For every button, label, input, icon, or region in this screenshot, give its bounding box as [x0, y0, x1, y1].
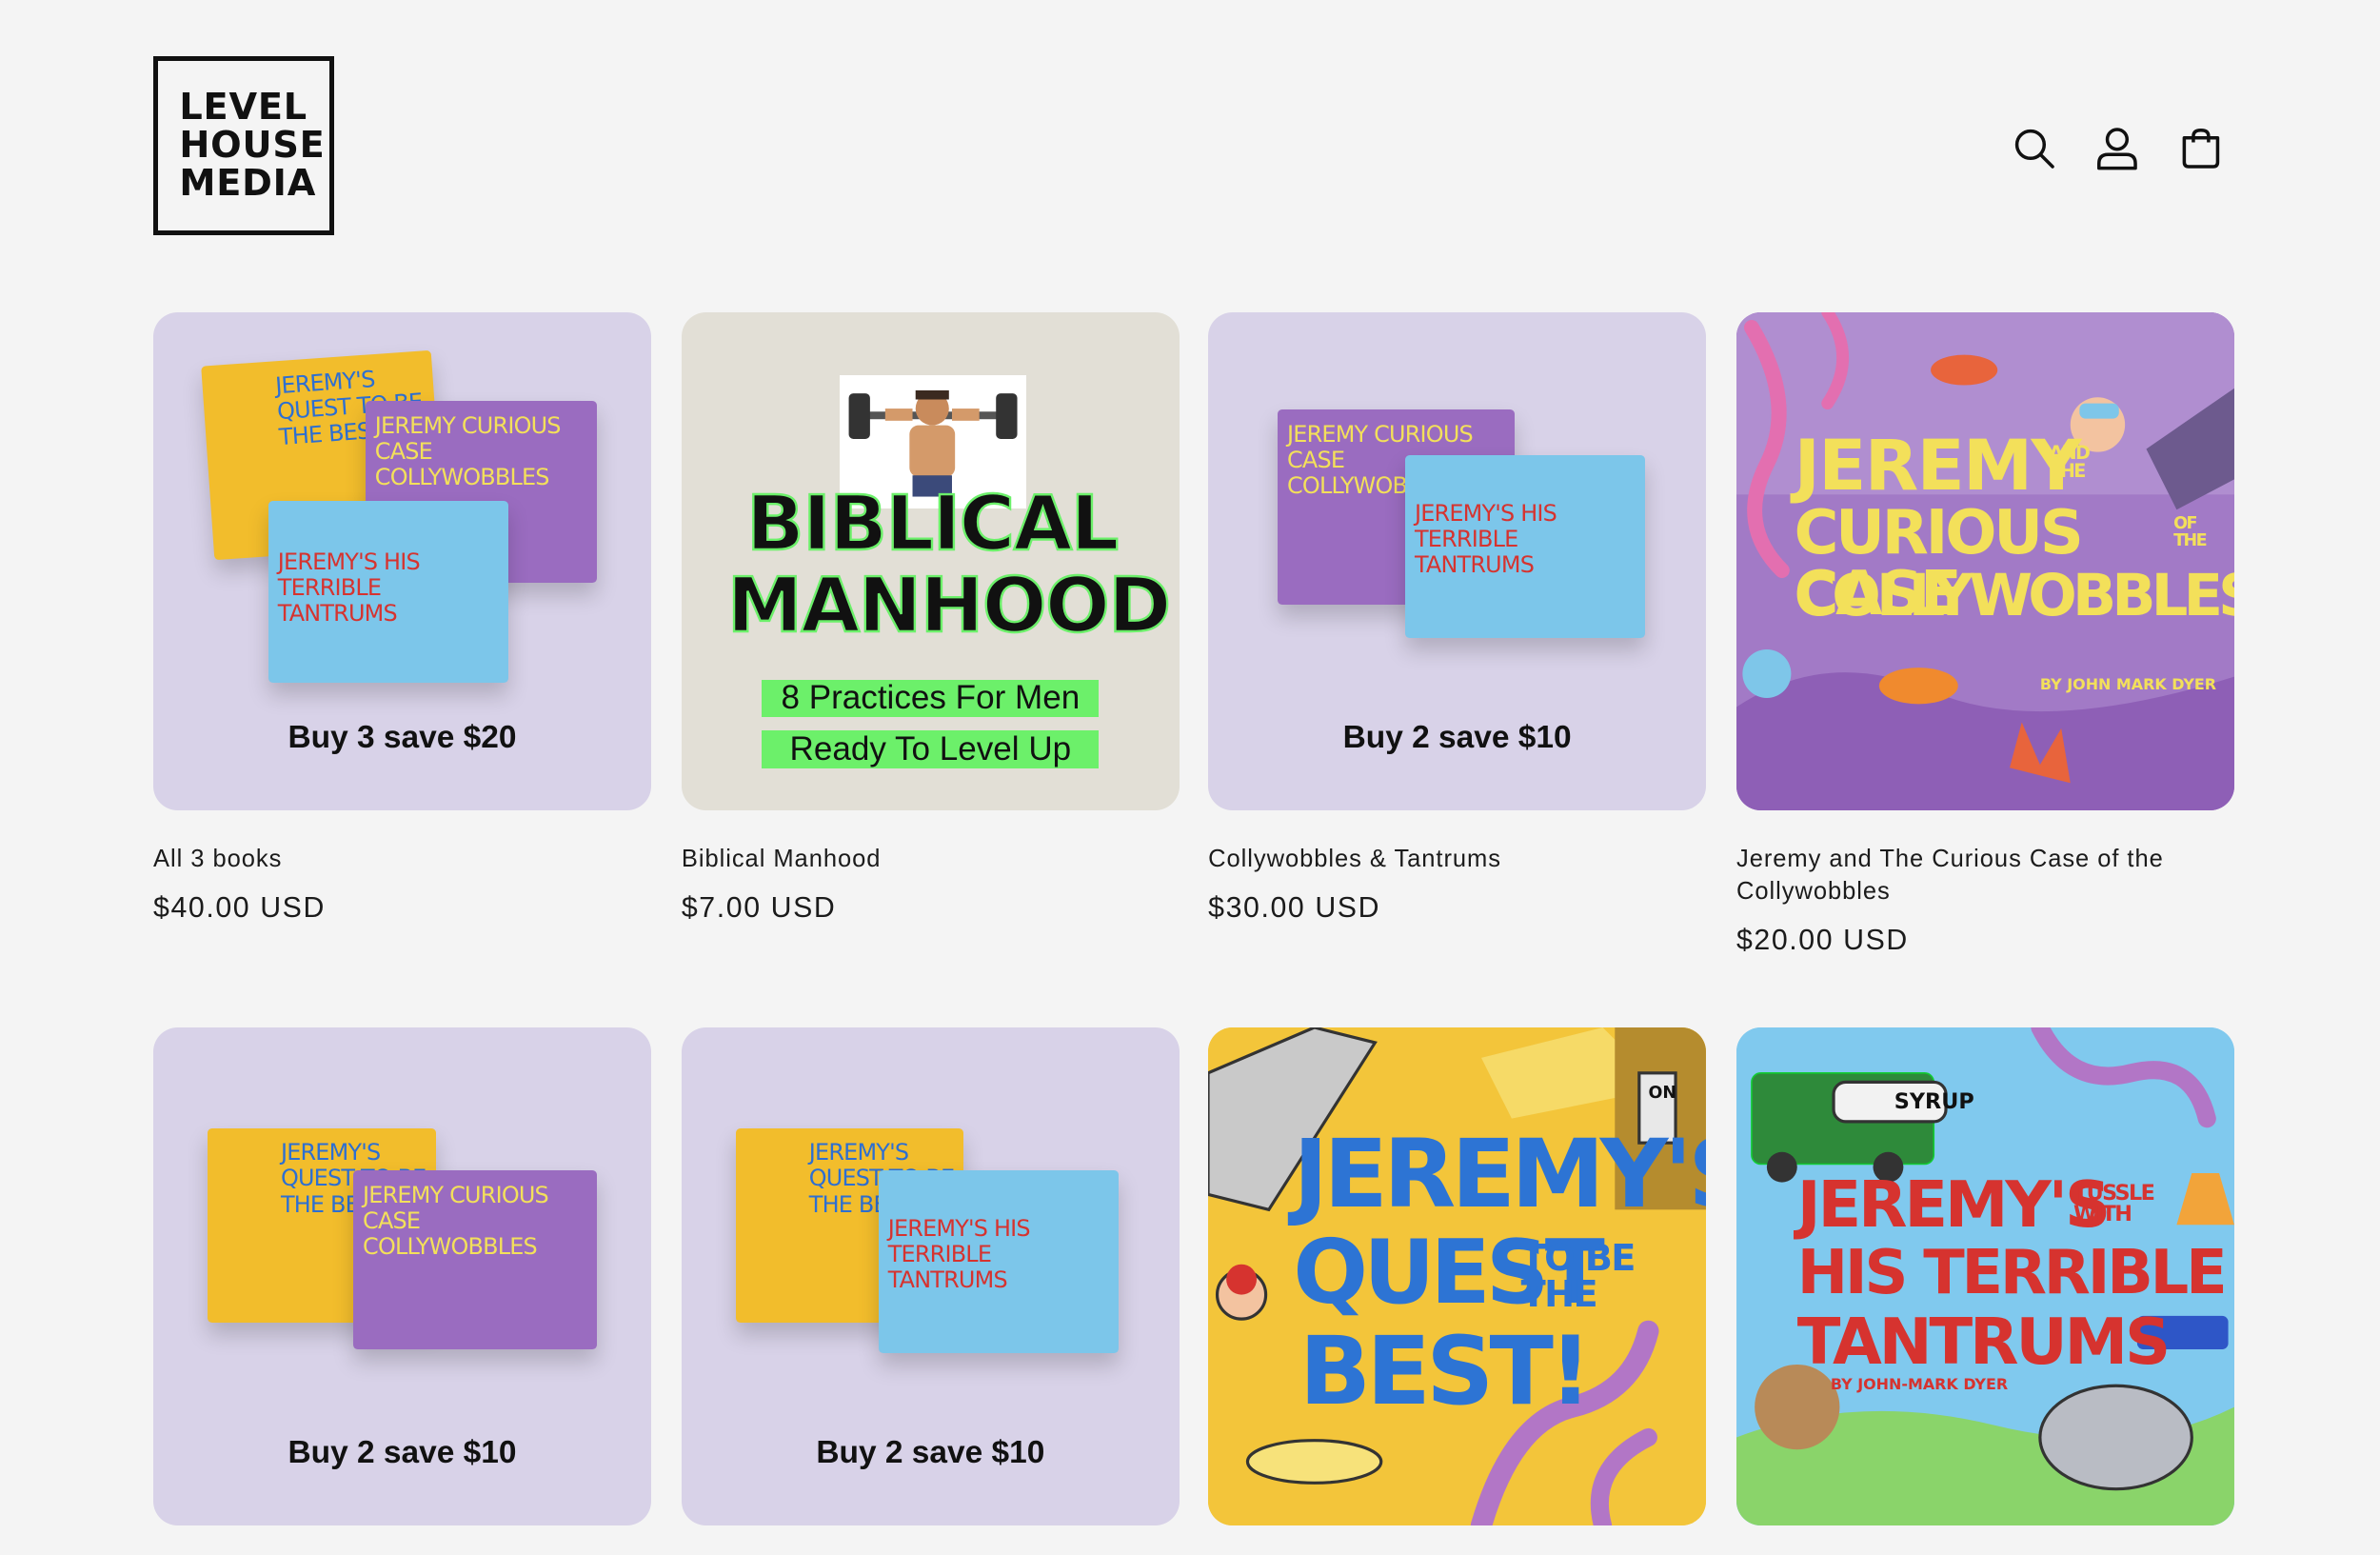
account-icon[interactable] — [2094, 126, 2140, 171]
cover-author: BY JOHN MARK DYER — [2039, 675, 2217, 694]
promo-label: Buy 2 save $10 — [1342, 720, 1572, 755]
cover-title-line: MANHOOD — [726, 561, 1173, 650]
cover-title-line: BIBLICAL — [745, 479, 1121, 568]
logo[interactable]: LEVEL HOUSE MEDIA — [153, 55, 334, 236]
product-price: $40.00 USD — [153, 892, 326, 925]
book-tantrums-image: JEREMY'S HIS TERRIBLE TANTRUMS — [879, 1170, 1120, 1353]
cover-title-line: COLLYWOBBLES — [1794, 563, 2234, 630]
product-image[interactable]: SYRUP JEREMY'S TUSSLE WITH HIS TERRIBLE … — [1735, 1027, 2234, 1526]
cart-icon[interactable] — [2178, 126, 2224, 171]
promo-label: Buy 2 save $10 — [816, 1434, 1045, 1470]
truck-label: SYRUP — [1894, 1089, 1974, 1115]
logo-line: LEVEL — [179, 86, 307, 130]
logo-line: MEDIA — [179, 161, 317, 205]
cover-small-text: OF THE — [2173, 514, 2207, 550]
promo-label: Buy 3 save $20 — [288, 720, 517, 755]
cover-title-line: BEST! — [1299, 1316, 1592, 1426]
product-title[interactable]: Jeremy and The Curious Case of the Colly… — [1736, 844, 2234, 907]
cover-title-line: HIS TERRIBLE — [1796, 1237, 2228, 1308]
product-image[interactable]: JEREMY CURIOUS CASE COLLYWOBBLES JEREMY'… — [1208, 312, 1707, 811]
product-image[interactable]: BIBLICAL MANHOOD 8 Practices For Men Rea… — [681, 312, 1180, 811]
book-tantrums-image: JEREMY'S HIS TERRIBLE TANTRUMS — [268, 501, 509, 684]
store-page: LEVEL HOUSE MEDIA JEREMY'S QUEST TO BE T… — [0, 0, 2380, 1555]
product-image[interactable]: JEREMY'S QUEST TO BE THE BEST JEREMY'S H… — [681, 1027, 1180, 1526]
cover-small-text: TO BE THE — [1520, 1236, 1636, 1316]
cover-subtitle: Ready To Level Up — [762, 729, 1100, 768]
promo-label: Buy 2 save $10 — [288, 1434, 517, 1470]
product-price: $7.00 USD — [681, 892, 837, 925]
cover-author: BY JOHN-MARK DYER — [1830, 1375, 2009, 1394]
product-price: $30.00 USD — [1208, 892, 1381, 925]
product-card[interactable]: JEREMY'S QUEST TO BE THE BEST JEREMY CUR… — [153, 312, 651, 925]
cover-title-line: TANTRUMS — [1796, 1304, 2171, 1379]
product-title[interactable]: Biblical Manhood — [682, 844, 1180, 875]
cover-subtitle: 8 Practices For Men — [762, 680, 1100, 717]
product-title[interactable]: Collywobbles & Tantrums — [1208, 844, 1706, 875]
product-title[interactable]: All 3 books — [153, 844, 651, 875]
logo-line: HOUSE — [179, 124, 326, 168]
product-price: $20.00 USD — [1735, 924, 1909, 956]
cover-title-line: JEREMY — [1794, 425, 2082, 507]
cover-small-text: TUSSLE WITH — [2073, 1181, 2155, 1227]
product-card[interactable]: JEREMY'S QUEST TO BE THE BEST! ON — [1208, 1027, 1707, 1526]
search-icon[interactable] — [2012, 126, 2057, 171]
product-image[interactable]: JEREMY'S QUEST TO BE THE BEST! ON — [1208, 1027, 1707, 1526]
product-card[interactable]: JEREMY CURIOUS CASE COLLYWOBBLES JEREMY'… — [1208, 312, 1707, 925]
cover-title-line: JEREMY'S — [1796, 1167, 2111, 1243]
cover-title-line: JEREMY'S — [1293, 1119, 1707, 1229]
product-image[interactable]: JEREMY'S QUEST TO BE THE BEST JEREMY CUR… — [153, 312, 651, 811]
switch-label: ON — [1648, 1083, 1677, 1103]
cover-small-text: AND THE — [2049, 441, 2091, 482]
product-card[interactable]: JEREMY AND THE CURIOUS CASE OF THE COLLY… — [1735, 312, 2234, 957]
product-image[interactable]: JEREMY AND THE CURIOUS CASE OF THE COLLY… — [1735, 312, 2234, 811]
book-tantrums-image: JEREMY'S HIS TERRIBLE TANTRUMS — [1405, 455, 1646, 638]
product-card[interactable]: BIBLICAL MANHOOD 8 Practices For Men Rea… — [681, 312, 1180, 925]
product-card[interactable]: SYRUP JEREMY'S TUSSLE WITH HIS TERRIBLE … — [1735, 1027, 2234, 1526]
book-collywobbles-image: JEREMY CURIOUS CASE COLLYWOBBLES — [353, 1170, 597, 1350]
product-card[interactable]: JEREMY'S QUEST TO BE THE BEST JEREMY CUR… — [153, 1027, 651, 1526]
product-image[interactable]: JEREMY'S QUEST TO BE THE BEST JEREMY CUR… — [153, 1027, 651, 1526]
product-card[interactable]: JEREMY'S QUEST TO BE THE BEST JEREMY'S H… — [681, 1027, 1180, 1526]
